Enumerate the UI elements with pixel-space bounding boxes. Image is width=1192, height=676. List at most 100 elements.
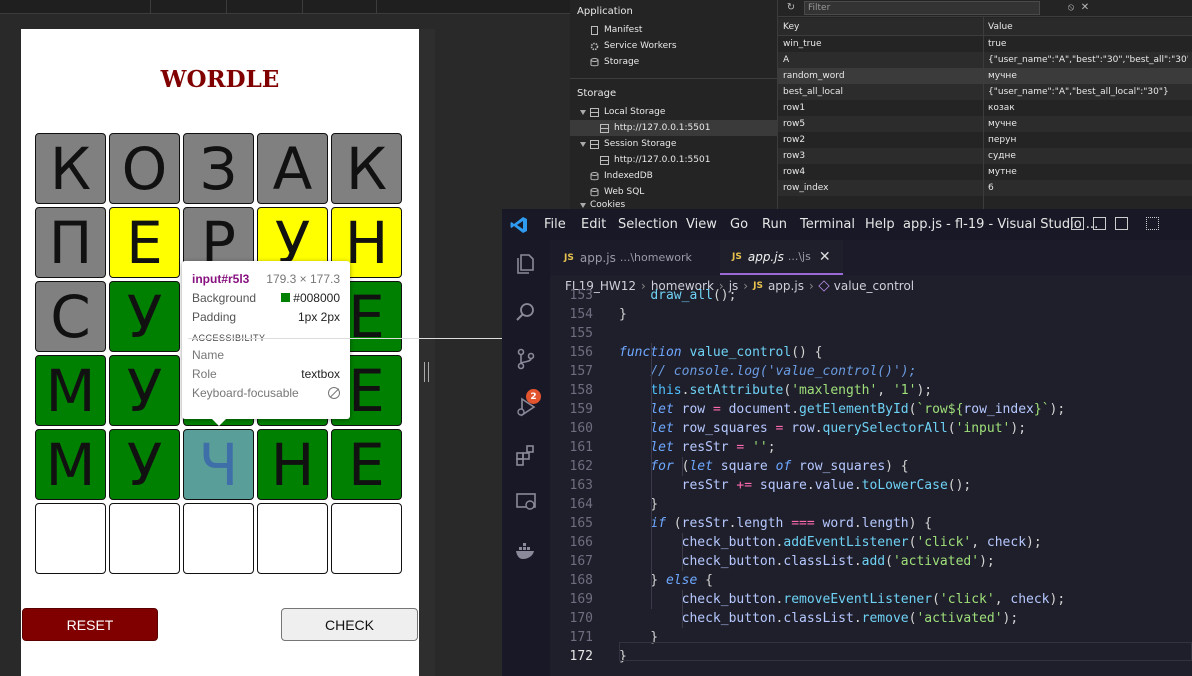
source-control-icon[interactable] xyxy=(514,347,538,371)
letter-cell[interactable] xyxy=(109,503,180,574)
toggle-secondary-sidebar-icon[interactable] xyxy=(1115,217,1128,230)
sidebar-item-local-storage[interactable]: Local Storage xyxy=(580,104,665,120)
inspect-tooltip: input#r5l3 179.3 × 177.3 Background #008… xyxy=(182,261,830,426)
caret-down-icon[interactable] xyxy=(580,202,586,208)
toggle-panel-icon[interactable] xyxy=(1093,217,1106,230)
remote-explorer-icon[interactable] xyxy=(514,490,538,514)
explorer-icon[interactable] xyxy=(514,252,538,276)
tooltip-padding-value: 1px 2px xyxy=(297,309,340,324)
viewport-scrollbar[interactable] xyxy=(419,29,435,676)
sidebar-item-session-storage[interactable]: Session Storage xyxy=(580,136,676,152)
letter-cell[interactable] xyxy=(257,503,328,574)
code-line: 161 let resStr = ''; xyxy=(550,438,1192,457)
table-row[interactable]: row5 мучне xyxy=(778,116,1192,132)
letter-cell[interactable]: У xyxy=(109,355,180,426)
docker-icon[interactable] xyxy=(514,538,538,562)
letter-cell[interactable]: М xyxy=(35,429,106,500)
menu-item-go[interactable]: Go xyxy=(730,217,748,232)
code-text: for (let square of row_squares) { xyxy=(650,459,909,474)
letter-cell[interactable]: Н xyxy=(257,429,328,500)
filter-input[interactable]: Filter xyxy=(804,1,1040,15)
table-row[interactable]: win_true true xyxy=(778,36,1192,52)
sidebar-item-session-origin[interactable]: http://127.0.0.1:5501 xyxy=(600,152,710,168)
line-number: 160 xyxy=(569,421,593,436)
sidebar-item-label: Session Storage xyxy=(604,139,677,149)
caret-down-icon[interactable] xyxy=(580,141,586,147)
letter-cell[interactable]: У xyxy=(109,429,180,500)
line-number: 165 xyxy=(569,516,593,531)
caret-down-icon[interactable] xyxy=(580,109,586,115)
table-row[interactable]: random_word мучне xyxy=(778,68,1192,84)
table-row[interactable]: best_all_local {"user_name":"A","best_all… xyxy=(778,84,1192,100)
letter-cell[interactable]: Е xyxy=(331,429,402,500)
table-row[interactable]: row2 перун xyxy=(778,132,1192,148)
cell-key: row3 xyxy=(783,151,806,161)
letter-cell[interactable]: К xyxy=(331,133,402,204)
menu-item-help[interactable]: Help xyxy=(865,217,895,232)
table-row[interactable]: row3 судне xyxy=(778,148,1192,164)
letter-cell[interactable] xyxy=(35,503,106,574)
sidebar-item-manifest[interactable]: Manifest xyxy=(590,22,642,38)
menu-item-terminal[interactable]: Terminal xyxy=(800,217,855,232)
tooltip-background-label: Background xyxy=(192,290,257,305)
code-line: 154} xyxy=(550,305,1192,324)
table-row[interactable]: row1 козак xyxy=(778,100,1192,116)
sidebar-item-storage[interactable]: Storage xyxy=(590,54,639,70)
letter-cell[interactable]: З xyxy=(183,133,254,204)
not-allowed-icon xyxy=(328,386,340,399)
vscode-logo-icon xyxy=(510,217,527,233)
delete-selected-icon[interactable]: ✕ xyxy=(1079,2,1091,14)
close-icon[interactable]: ✕ xyxy=(819,249,831,265)
database-icon xyxy=(590,171,599,180)
file-icon xyxy=(591,25,598,35)
line-number: 171 xyxy=(569,630,593,645)
clear-all-icon[interactable]: ⦸ xyxy=(1065,2,1077,14)
sidebar-item-label: Manifest xyxy=(604,25,643,35)
letter-cell[interactable]: О xyxy=(109,133,180,204)
tab-label: app.js xyxy=(579,250,616,265)
table-row[interactable]: row4 мутне xyxy=(778,164,1192,180)
letter-cell[interactable]: У xyxy=(109,281,180,352)
menu-item-selection[interactable]: Selection xyxy=(618,217,678,232)
sidebar-item-websql[interactable]: Web SQL xyxy=(590,184,644,200)
line-number: 157 xyxy=(569,364,593,379)
refresh-icon[interactable]: ↻ xyxy=(785,2,797,14)
extensions-icon[interactable] xyxy=(514,443,538,467)
reset-button[interactable]: RESET xyxy=(22,608,158,641)
tab-app-js-active[interactable]: JS app.js ...\js ✕ xyxy=(720,240,843,275)
sidebar-item-indexeddb[interactable]: IndexedDB xyxy=(590,168,653,184)
letter-cell[interactable] xyxy=(331,503,402,574)
code-line: 157 // console.log('value_control()'); xyxy=(550,362,1192,381)
sidebar-item-local-origin[interactable]: http://127.0.0.1:5501 xyxy=(600,120,710,136)
check-button[interactable]: CHECK xyxy=(281,608,418,641)
resize-handle[interactable] xyxy=(424,362,429,382)
letter-cell[interactable]: С xyxy=(35,281,106,352)
gear-icon xyxy=(590,42,599,50)
cell-key: win_true xyxy=(783,39,822,49)
table-row[interactable]: row_index 6 xyxy=(778,180,1192,196)
line-number: 153 xyxy=(569,288,593,303)
tab-app-js-homework[interactable]: JS app.js ...\homework xyxy=(564,240,692,275)
letter-cell[interactable]: П xyxy=(35,207,106,278)
letter-cell[interactable]: К xyxy=(35,133,106,204)
letter-cell[interactable] xyxy=(183,503,254,574)
menu-item-run[interactable]: Run xyxy=(762,217,787,232)
search-icon[interactable] xyxy=(514,300,538,324)
column-header-key[interactable]: Key xyxy=(783,22,799,32)
letter-cell[interactable]: Ч xyxy=(183,429,254,500)
cell-value: 6 xyxy=(988,183,994,193)
menu-item-edit[interactable]: Edit xyxy=(581,217,606,232)
column-header-value[interactable]: Value xyxy=(988,22,1013,32)
toggle-sidebar-icon[interactable] xyxy=(1071,217,1084,230)
menu-item-view[interactable]: View xyxy=(686,217,717,232)
sidebar-header-storage: Storage xyxy=(577,88,617,99)
letter-cell[interactable]: А xyxy=(257,133,328,204)
letter-cell[interactable]: М xyxy=(35,355,106,426)
code-editor[interactable]: 153 draw_all();154}155156function value_… xyxy=(550,288,1192,676)
customize-layout-icon[interactable] xyxy=(1146,217,1159,230)
sidebar-item-service-workers[interactable]: Service Workers xyxy=(590,38,677,54)
run-debug-icon[interactable] xyxy=(514,395,538,419)
menu-item-file[interactable]: File xyxy=(544,217,566,232)
letter-cell[interactable]: Е xyxy=(109,207,180,278)
table-row[interactable]: A {"user_name":"A","best":"30","best_all"… xyxy=(778,52,1192,68)
